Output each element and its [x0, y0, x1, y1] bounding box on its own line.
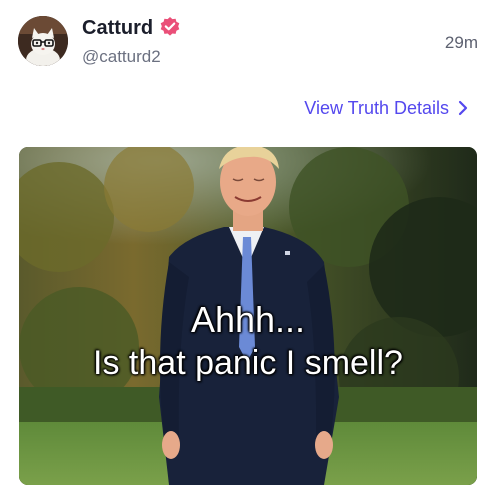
post-timestamp: 29m [444, 33, 478, 52]
author-handle[interactable]: @catturd2 [82, 46, 181, 68]
caption-line-2: Is that panic I smell? [93, 344, 403, 382]
avatar[interactable] [18, 16, 68, 66]
caption-line-1: Ahhh... [190, 299, 306, 340]
post-image[interactable]: Ahhh... Is that panic I smell? [19, 147, 477, 485]
view-truth-details-label: View Truth Details [304, 98, 449, 118]
chevron-right-icon [457, 99, 469, 116]
view-truth-details-link[interactable]: View Truth Details [304, 97, 469, 119]
post-header: Catturd @catturd2 29m [18, 16, 480, 70]
verified-badge-icon [159, 16, 181, 38]
truth-post: Catturd @catturd2 29m View Truth Details [0, 0, 497, 500]
display-name[interactable]: Catturd [82, 16, 153, 40]
author-info: Catturd @catturd2 [82, 16, 181, 68]
cat-avatar-icon [18, 16, 68, 66]
